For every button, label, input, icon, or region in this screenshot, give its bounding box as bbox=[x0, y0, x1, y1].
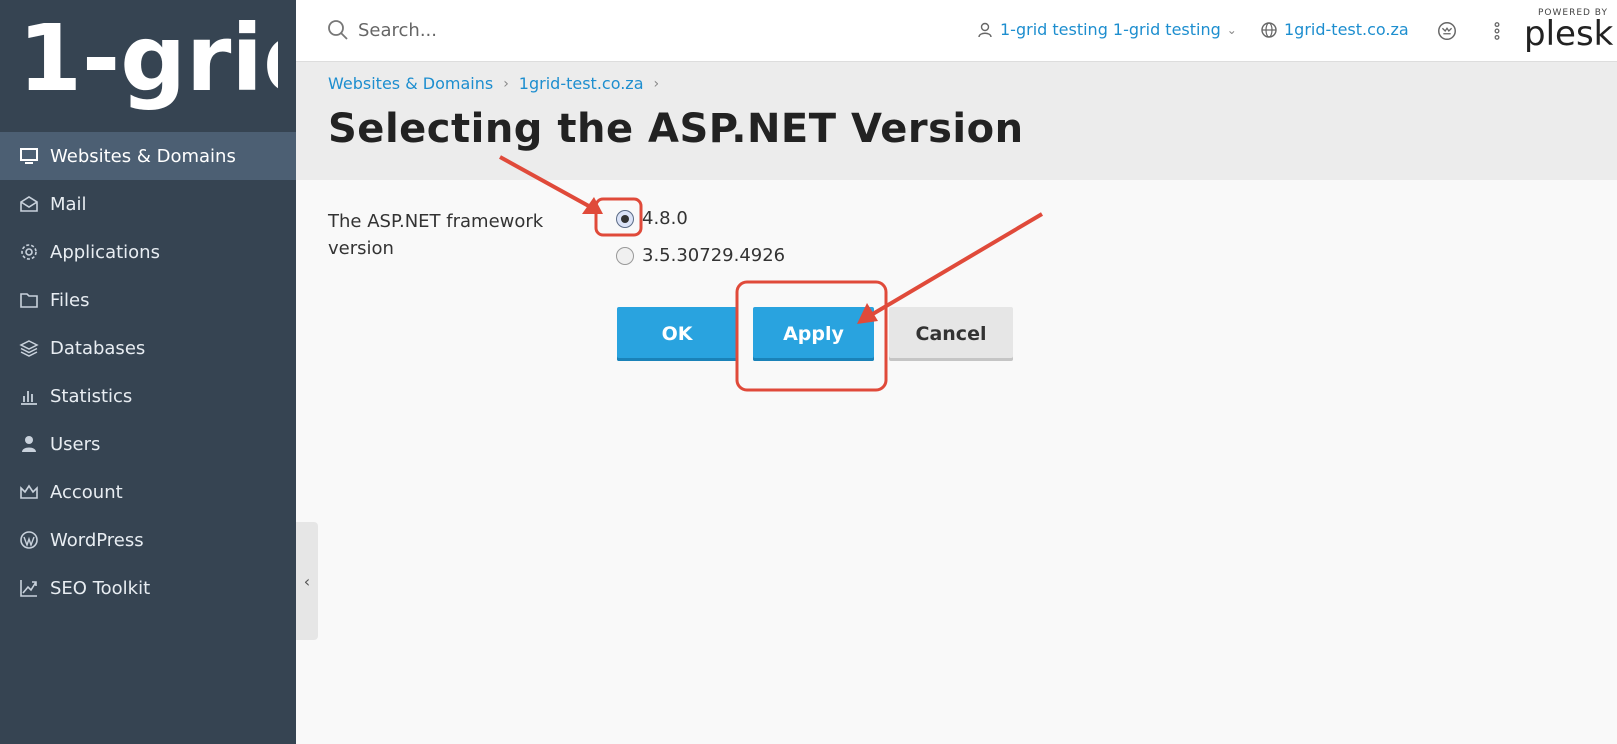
version-option-label: 4.8.0 bbox=[642, 208, 688, 229]
sidebar-nav: Websites & Domains Mail Applications Fil… bbox=[0, 132, 296, 612]
wordpress-icon bbox=[18, 529, 40, 551]
version-option[interactable]: 4.8.0 bbox=[616, 208, 688, 229]
breadcrumb: Websites & Domains › 1grid-test.co.za › bbox=[328, 74, 669, 93]
framework-version-label: The ASP.NET framework version bbox=[328, 211, 544, 259]
page-header: Websites & Domains › 1grid-test.co.za › … bbox=[296, 62, 1617, 180]
chevron-down-icon: ⌄ bbox=[1226, 22, 1237, 37]
layers-icon bbox=[18, 337, 40, 359]
user-icon bbox=[978, 22, 992, 37]
breadcrumb-item[interactable]: 1grid-test.co.za bbox=[519, 74, 644, 93]
gear-icon bbox=[18, 241, 40, 263]
page-title: Selecting the ASP.NET Version bbox=[328, 106, 1024, 152]
plesk-wordmark: plesk bbox=[1524, 14, 1614, 54]
domain-link[interactable]: 1grid-test.co.za bbox=[1260, 20, 1409, 39]
sidebar-item-statistics[interactable]: Statistics bbox=[0, 372, 296, 420]
monitor-icon bbox=[18, 145, 40, 167]
radio-button[interactable] bbox=[616, 246, 634, 265]
advisor-icon[interactable] bbox=[1434, 18, 1460, 44]
sidebar-item-files[interactable]: Files bbox=[0, 276, 296, 324]
sidebar-item-websites-domains[interactable]: Websites & Domains bbox=[0, 132, 296, 180]
breadcrumb-item[interactable]: Websites & Domains bbox=[328, 74, 493, 93]
radio-button-checked[interactable] bbox=[616, 209, 634, 228]
version-option-label: 3.5.30729.4926 bbox=[642, 245, 786, 266]
crown-icon bbox=[18, 481, 40, 503]
breadcrumb-separator-icon: › bbox=[653, 75, 660, 92]
sidebar-item-mail[interactable]: Mail bbox=[0, 180, 296, 228]
apply-button[interactable]: Apply bbox=[753, 307, 874, 361]
sidebar-item-label: Websites & Domains bbox=[50, 145, 236, 167]
search-icon bbox=[328, 20, 348, 40]
sidebar-item-applications[interactable]: Applications bbox=[0, 228, 296, 276]
chevron-left-icon: ‹ bbox=[303, 571, 311, 591]
sidebar-item-account[interactable]: Account bbox=[0, 468, 296, 516]
cancel-button[interactable]: Cancel bbox=[889, 307, 1013, 361]
user-menu[interactable]: 1-grid testing 1-grid testing ⌄ bbox=[976, 20, 1237, 39]
mail-icon bbox=[18, 193, 40, 215]
ok-button[interactable]: OK bbox=[617, 307, 737, 361]
svg-text:1-grid: 1-grid bbox=[18, 8, 278, 112]
sidebar-item-users[interactable]: Users bbox=[0, 420, 296, 468]
annotation-arrowhead bbox=[582, 197, 603, 214]
plesk-logo: POWERED BY plesk bbox=[1524, 8, 1614, 54]
sidebar-item-label: Users bbox=[50, 433, 101, 455]
sidebar-item-seo-toolkit[interactable]: SEO Toolkit bbox=[0, 564, 296, 612]
sidebar-item-label: Mail bbox=[50, 193, 87, 215]
bar-chart-icon bbox=[18, 385, 40, 407]
brand-logo[interactable]: 1-grid bbox=[18, 8, 278, 120]
user-icon bbox=[18, 433, 40, 455]
search-box bbox=[326, 18, 658, 42]
more-options-icon[interactable] bbox=[1484, 18, 1510, 44]
trend-chart-icon bbox=[18, 577, 40, 599]
sidebar-item-label: Applications bbox=[50, 241, 160, 263]
sidebar-item-label: Statistics bbox=[50, 385, 133, 407]
sidebar: 1-grid Websites & Domains Mail Applicati… bbox=[0, 0, 296, 744]
globe-icon bbox=[1261, 21, 1277, 38]
sidebar-item-label: Account bbox=[50, 481, 123, 503]
breadcrumb-separator-icon: › bbox=[503, 75, 509, 92]
sidebar-item-label: Databases bbox=[50, 337, 146, 359]
domain-name: 1grid-test.co.za bbox=[1284, 20, 1409, 39]
sidebar-item-label: Files bbox=[50, 289, 90, 311]
search-input[interactable] bbox=[358, 19, 658, 41]
user-name: 1-grid testing 1-grid testing bbox=[1000, 20, 1221, 39]
sidebar-item-label: WordPress bbox=[50, 529, 144, 551]
sidebar-item-databases[interactable]: Databases bbox=[0, 324, 296, 372]
top-bar: 1-grid testing 1-grid testing ⌄ 1grid-te… bbox=[296, 0, 1617, 62]
annotation-arrow-line bbox=[864, 212, 1044, 320]
folder-icon bbox=[18, 289, 40, 311]
sidebar-collapse-button[interactable]: ‹ bbox=[296, 522, 318, 640]
sidebar-item-label: SEO Toolkit bbox=[50, 577, 151, 599]
version-option[interactable]: 3.5.30729.4926 bbox=[616, 245, 785, 266]
sidebar-item-wordpress[interactable]: WordPress bbox=[0, 516, 296, 564]
